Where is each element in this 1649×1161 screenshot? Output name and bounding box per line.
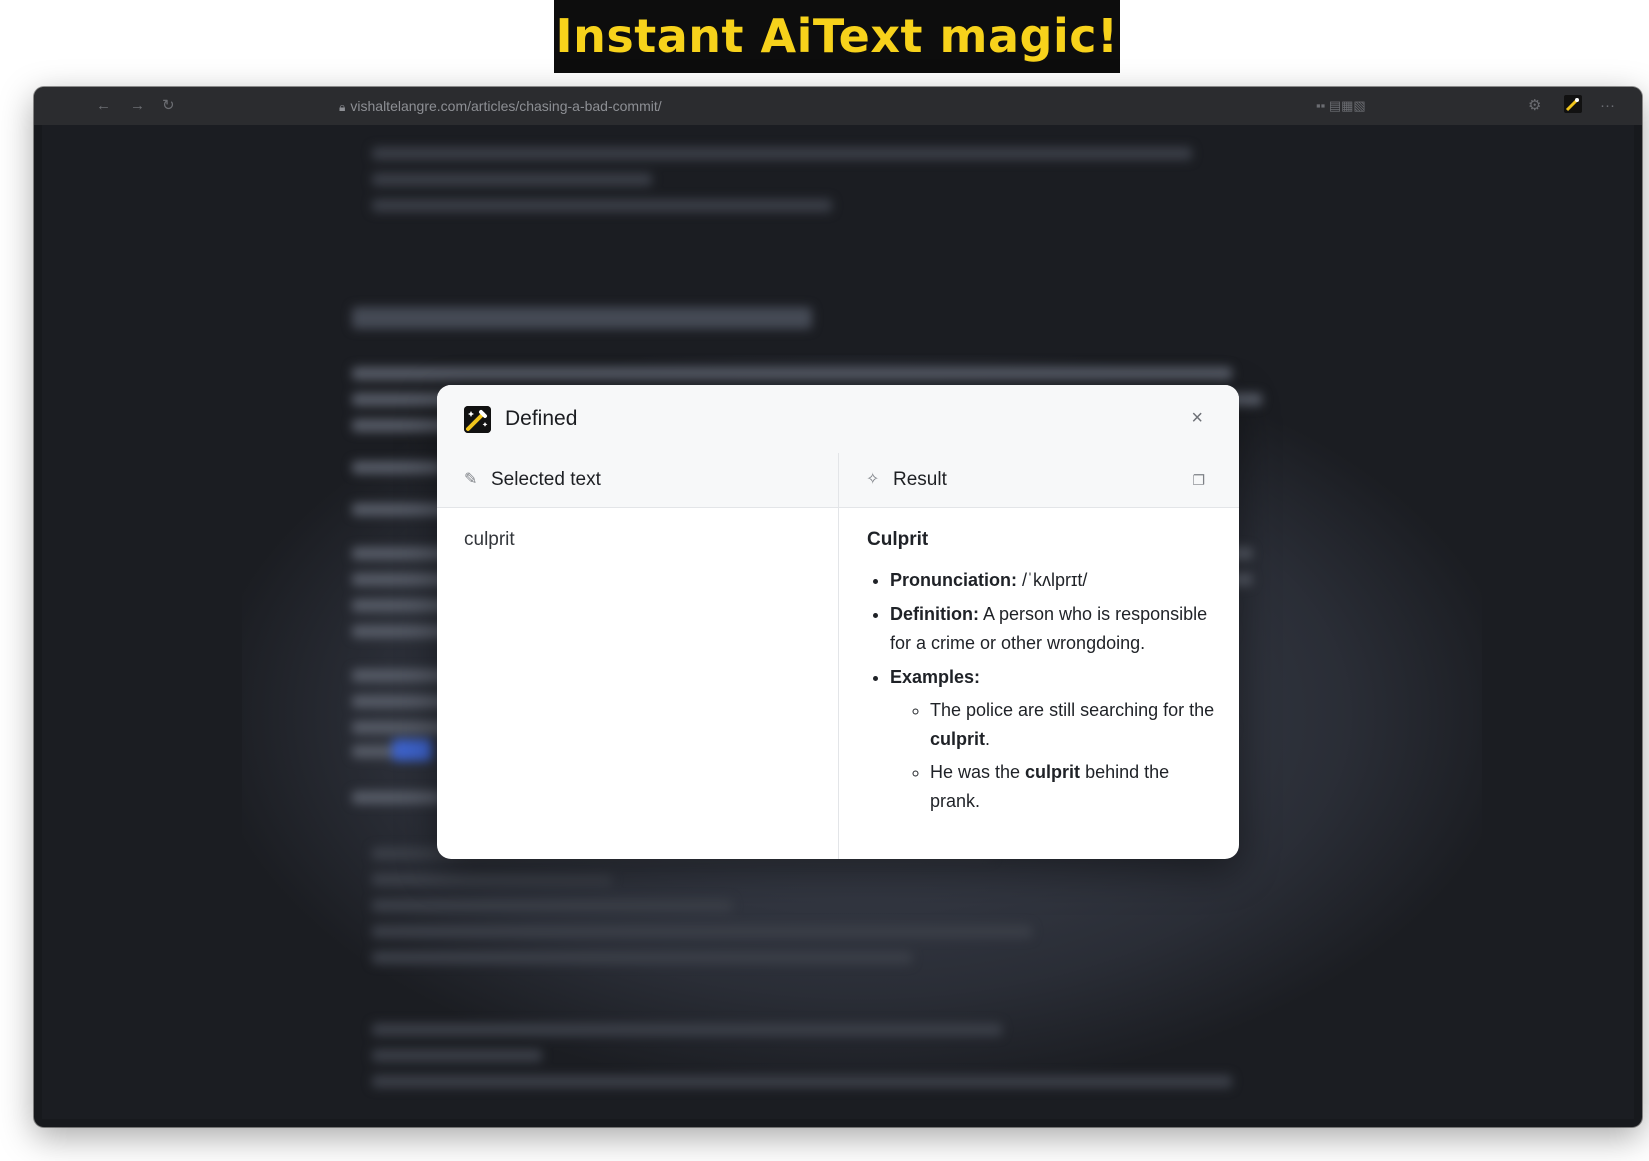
example-text: He was the [930,762,1026,782]
example-item: The police are still searching for the c… [930,696,1217,754]
examples-label: Examples: [890,667,981,687]
result-header: ✧ Result ❐ [839,453,1239,508]
forward-arrow-icon[interactable]: → [130,96,145,116]
copy-icon[interactable]: ❐ [1192,470,1205,490]
modal-title: Defined [505,407,578,430]
result-list: Pronunciation: /ˈkʌlprɪt/ Definition: A … [867,566,1217,816]
pencil-icon: ✎ [464,471,478,488]
pronunciation-value: /ˈkʌlprɪt/ [1022,570,1088,590]
result-label: Result [893,469,947,490]
example-item: He was the culprit behind the prank. [930,758,1217,816]
pronunciation-label: Pronunciation: [890,570,1017,590]
lock-icon: 🔒︎ [339,100,346,114]
aitext-extension-icon[interactable] [1564,95,1582,119]
url-text: vishaltelangre.com/articles/chasing-a-ba… [350,98,662,114]
example-highlight: culprit [1025,762,1081,782]
more-icon[interactable]: ··· [1600,96,1615,116]
settings-icon[interactable]: ⚙ [1528,96,1541,116]
reload-icon[interactable]: ↻ [162,96,175,116]
extensions-icon[interactable]: ▪▪ ▤▦▧ [1316,96,1366,116]
promo-banner: Instant AiText magic! [554,0,1120,73]
pronunciation-item: Pronunciation: /ˈkʌlprɪt/ [890,566,1217,595]
definition-label: Definition: [890,604,979,624]
back-arrow-icon[interactable]: ← [96,96,111,116]
examples-item: Examples: The police are still searching… [890,663,1217,816]
column-divider [838,507,839,859]
close-icon[interactable]: × [1191,406,1203,430]
example-highlight: culprit [930,729,986,749]
aitext-logo-icon [464,406,491,433]
result-content: Culprit Pronunciation: /ˈkʌlprɪt/ Defini… [867,528,1217,821]
result-word: Culprit [867,529,929,550]
sparkle-icon: ✧ [866,471,880,488]
definition-item: Definition: A person who is responsible … [890,600,1217,658]
example-text: The police are still searching for the [930,700,1215,720]
address-bar[interactable]: 🔒︎ vishaltelangre.com/articles/chasing-a-… [339,98,662,115]
examples-list: The police are still searching for the c… [890,696,1217,816]
selected-text-header: ✎ Selected text [437,453,839,508]
browser-toolbar: ← → ↻ 🔒︎ vishaltelangre.com/articles/chas… [34,87,1642,125]
selected-text-label: Selected text [491,469,601,490]
definition-modal: Defined × ✎ Selected text ✧ Result ❐ cul… [437,385,1239,859]
selected-text-value: culprit [464,529,515,550]
example-text-end: . [985,729,991,749]
modal-header: Defined × [437,385,1239,454]
